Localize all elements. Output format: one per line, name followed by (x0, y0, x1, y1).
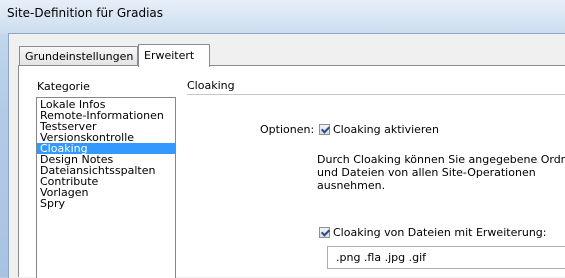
enable-cloaking-row[interactable]: Cloaking aktivieren (319, 123, 439, 136)
section-title: Cloaking (187, 79, 235, 92)
extension-cloaking-row[interactable]: Cloaking von Dateien mit Erweiterung: (319, 226, 547, 239)
extension-cloaking-checkbox[interactable] (319, 227, 330, 238)
section-divider (187, 94, 565, 95)
extension-cloaking-label[interactable]: Cloaking von Dateien mit Erweiterung: (333, 226, 547, 239)
description-line: Durch Cloaking können Sie angegebene Ord… (317, 153, 565, 166)
enable-cloaking-checkbox[interactable] (319, 124, 330, 135)
description-line: ausnehmen. (317, 179, 386, 192)
category-list[interactable]: Lokale Infos Remote-Informationen Testse… (36, 97, 176, 278)
enable-cloaking-label[interactable]: Cloaking aktivieren (333, 123, 439, 136)
category-item-spry[interactable]: Spry (37, 198, 175, 209)
options-row: Optionen: (260, 123, 314, 136)
cloaking-description: Durch Cloaking können Sie angegebene Ord… (317, 153, 565, 192)
window-title: Site-Definition für Gradias (7, 6, 164, 20)
tab-grundeinstellungen[interactable]: Grundeinstellungen (19, 46, 138, 65)
options-label: Optionen: (260, 123, 315, 136)
category-heading: Kategorie (37, 80, 90, 93)
extensions-input[interactable]: .png .fla .jpg .gif (327, 246, 565, 269)
description-line: und Dateien von allen Site-Operationen (317, 166, 536, 179)
tab-erweitert[interactable]: Erweitert (138, 44, 210, 67)
